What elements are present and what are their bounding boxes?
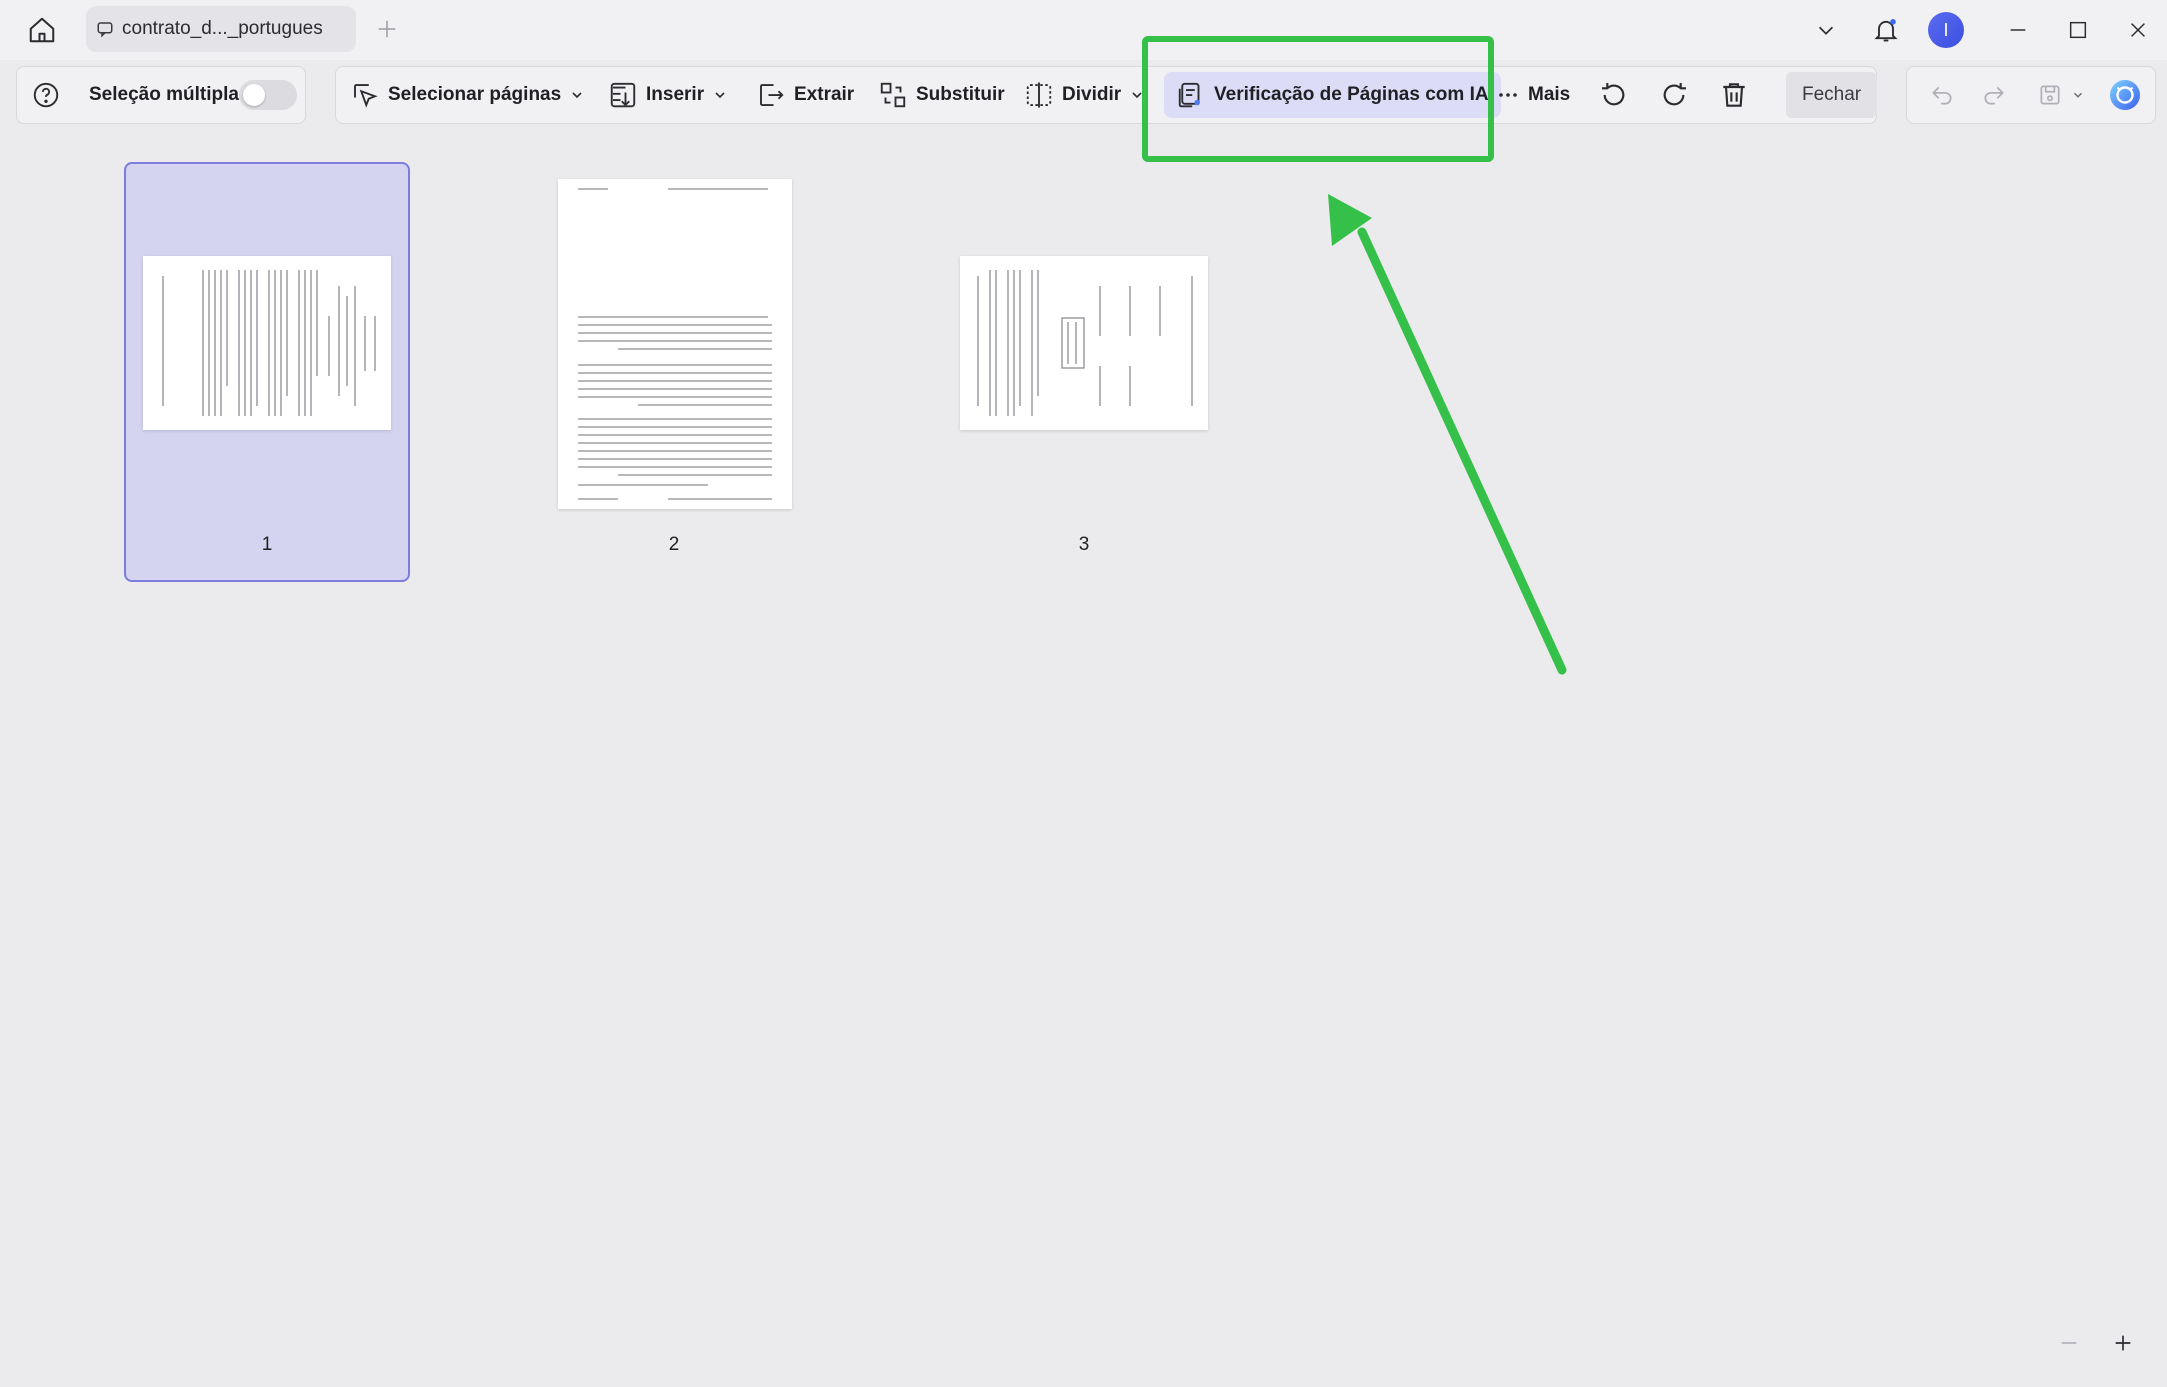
zoom-in-button[interactable]: [2108, 1328, 2138, 1358]
page-3-content: [977, 270, 1193, 416]
page-2-content: [578, 188, 772, 500]
page-number-1: 1: [261, 534, 273, 555]
page-thumbnail-3[interactable]: [960, 256, 1208, 430]
minus-icon: [2061, 1342, 2077, 1344]
annotation-arrow-shaft: [1357, 227, 1567, 675]
page-number-2: 2: [668, 534, 680, 555]
plus-icon: [2115, 1335, 2131, 1351]
page-thumbnail-1[interactable]: [143, 256, 391, 430]
zoom-out-button[interactable]: [2054, 1328, 2084, 1358]
page-1-content: [162, 270, 376, 416]
page-number-3: 3: [1078, 534, 1090, 555]
page-thumbnail-2[interactable]: [558, 179, 792, 509]
